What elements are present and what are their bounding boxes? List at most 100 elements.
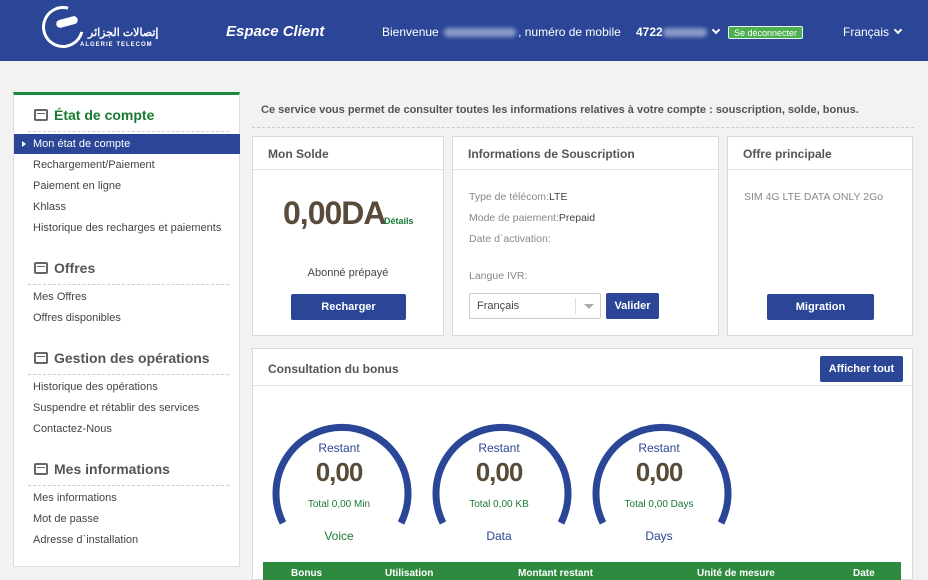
redacted-username <box>444 28 517 38</box>
gauge-label: Restant <box>638 441 680 455</box>
data-gauge: Restant 0,00 Total 0,00 KB Data <box>429 411 589 551</box>
sidebar-section-title: Gestion des opérations <box>54 350 210 366</box>
payment-mode-row: Mode de paiement:Prepaid <box>469 212 595 224</box>
welcome-prefix: Bienvenue <box>382 25 439 39</box>
days-gauge: Restant 0,00 Total 0,00 Days Days <box>589 411 749 551</box>
gauge-value: 0,00 <box>475 457 524 487</box>
divider <box>453 169 718 170</box>
sidebar-item-contact[interactable]: Contactez-Nous <box>14 419 240 439</box>
welcome-suffix: , numéro de mobile <box>518 25 621 39</box>
card-title: Informations de Souscription <box>468 147 635 161</box>
balance-amount: 0,00DA <box>283 195 387 232</box>
balance-value: 0,00 <box>283 195 342 231</box>
divider <box>28 485 229 486</box>
ivr-language-value: Français <box>477 300 520 312</box>
language-selector[interactable]: Français <box>843 25 903 39</box>
sidebar-item-mot-de-passe[interactable]: Mot de passe <box>14 509 240 529</box>
voice-gauge: Restant 0,00 Total 0,00 Min Voice <box>269 411 429 551</box>
show-all-button[interactable]: Afficher tout <box>820 356 903 382</box>
sidebar-section-title: Offres <box>54 260 96 276</box>
sidebar-item-paiement-en-ligne[interactable]: Paiement en ligne <box>14 176 240 196</box>
column-header[interactable]: Unité de mesure <box>697 568 775 579</box>
offer-card: Offre principale SIM 4G LTE DATA ONLY 2G… <box>727 136 913 336</box>
gauge-name: Data <box>486 529 512 543</box>
sidebar-item-mon-etat[interactable]: Mon état de compte <box>14 134 240 154</box>
dropdown-arrow-icon <box>584 304 594 309</box>
gauge-total: Total 0,00 Min <box>307 499 371 510</box>
folder-icon <box>34 352 48 364</box>
subscriber-status: Abonné prépayé <box>307 267 389 279</box>
gauge-label: Restant <box>318 441 360 455</box>
sidebar-item-suspendre[interactable]: Suspendre et rétablir des services <box>14 398 240 418</box>
divider <box>28 374 229 375</box>
folder-icon <box>34 463 48 475</box>
telecom-type-value: LTE <box>548 191 568 203</box>
telecom-type-label: Type de télécom: <box>469 191 549 203</box>
gauge-name: Days <box>645 529 673 543</box>
folder-icon <box>34 109 48 121</box>
card-title: Consultation du bonus <box>268 362 399 376</box>
divider <box>28 284 229 285</box>
payment-mode-value: Prepaid <box>558 212 596 224</box>
phone-prefix: 4722 <box>636 25 663 39</box>
column-header[interactable]: Utilisation <box>385 568 433 579</box>
telecom-type-row: Type de télécom:LTE <box>469 191 567 203</box>
divider <box>28 131 229 132</box>
logo-latin-text: ALGERIE TELECOM <box>80 42 153 48</box>
sidebar-item-offres-disponibles[interactable]: Offres disponibles <box>14 308 240 328</box>
language-label: Français <box>843 25 890 39</box>
balance-currency: DA <box>341 195 386 231</box>
sidebar-section-title: Mes informations <box>54 461 170 477</box>
subscription-card: Informations de Souscription Type de tél… <box>452 136 719 336</box>
card-title: Mon Solde <box>268 147 329 161</box>
chevron-down-icon <box>893 25 903 35</box>
chevron-down-icon <box>711 25 720 35</box>
algerie-telecom-logo[interactable]: إتصالات الجزائر ALGERIE TELECOM <box>34 0 168 56</box>
gauge-value: 0,00 <box>635 457 684 487</box>
sidebar-item-khlass[interactable]: Khlass <box>14 197 240 217</box>
gauge-value: 0,00 <box>315 457 364 487</box>
welcome-text: Bienvenue , numéro de mobile <box>382 25 621 39</box>
main-offer-value: SIM 4G LTE DATA ONLY 2Go <box>744 191 884 203</box>
sidebar-item-mes-offres[interactable]: Mes Offres <box>14 287 240 307</box>
logout-button[interactable]: Se déconnecter <box>728 26 804 39</box>
gauge-total: Total 0,00 KB <box>469 499 529 510</box>
bonus-card: Consultation du bonus Afficher tout Rest… <box>252 348 913 580</box>
folder-icon <box>34 262 48 274</box>
column-header[interactable]: Montant restant <box>518 568 593 579</box>
gauge-name: Voice <box>324 529 354 543</box>
gauge-total: Total 0,00 Days <box>624 499 694 510</box>
card-title: Offre principale <box>743 147 832 161</box>
activation-date-label: Date d`activation: <box>469 233 551 245</box>
validate-button[interactable]: Valider <box>606 293 659 319</box>
bonus-table-header: Bonus Utilisation Montant restant Unité … <box>263 562 901 580</box>
solde-card: Mon Solde 0,00DA Détails Abonné prépayé … <box>252 136 444 336</box>
espace-client-title: Espace Client <box>226 23 325 40</box>
column-header[interactable]: Date <box>853 568 875 579</box>
top-header: إتصالات الجزائر ALGERIE TELECOM Espace C… <box>0 0 928 61</box>
divider <box>253 385 912 386</box>
divider <box>575 298 576 314</box>
column-header[interactable]: Bonus <box>291 568 322 579</box>
sidebar-section-title: État de compte <box>54 107 155 123</box>
ivr-language-label: Langue IVR: <box>469 270 528 282</box>
migration-button[interactable]: Migration <box>767 294 874 320</box>
sidebar-item-historique-recharges[interactable]: Historique des recharges et paiements <box>14 218 240 238</box>
divider <box>252 127 914 128</box>
details-link[interactable]: Détails <box>384 216 414 226</box>
redacted-phone <box>662 28 707 38</box>
divider <box>253 169 443 170</box>
recharge-button[interactable]: Recharger <box>291 294 406 320</box>
divider <box>728 169 912 170</box>
intro-text: Ce service vous permet de consulter tout… <box>261 104 859 116</box>
logo-arabic-text: إتصالات الجزائر <box>88 27 159 39</box>
sidebar-item-historique-operations[interactable]: Historique des opérations <box>14 377 240 397</box>
payment-mode-label: Mode de paiement: <box>469 212 559 224</box>
sidebar-item-mes-informations[interactable]: Mes informations <box>14 488 240 508</box>
sidebar-item-adresse[interactable]: Adresse d`installation <box>14 530 240 550</box>
sidebar-item-rechargement[interactable]: Rechargement/Paiement <box>14 155 240 175</box>
sidebar: État de compte Mon état de compte Rechar… <box>13 92 240 567</box>
phone-number-dropdown[interactable]: 4722 <box>636 25 720 39</box>
ivr-language-select[interactable]: Français <box>469 293 601 319</box>
gauge-label: Restant <box>478 441 520 455</box>
